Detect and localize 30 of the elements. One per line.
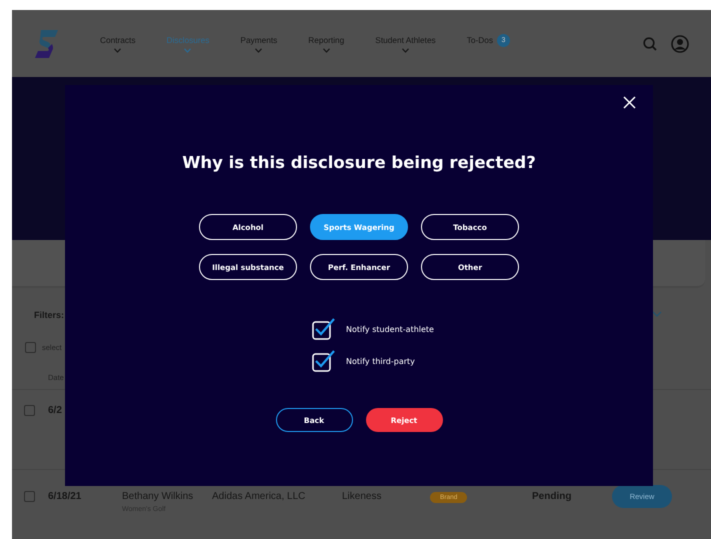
- chevron-down-icon: [402, 48, 409, 53]
- nav-menu-item[interactable]: Student Athletes: [375, 34, 436, 53]
- chevron-down-icon: [322, 48, 330, 53]
- filters-label: Filters:: [34, 310, 64, 320]
- date-cell-text: 6/18/21: [48, 491, 82, 502]
- checkbox[interactable]: [312, 318, 336, 340]
- nav-menu-item[interactable]: Reporting: [308, 34, 344, 53]
- chevron-down-icon: [114, 48, 122, 53]
- company-cell-text: Adidas America, LLC: [212, 491, 306, 502]
- checkbox-label: Notify student-athlete: [346, 324, 434, 334]
- row-checkbox[interactable]: [24, 491, 35, 502]
- user-account-icon[interactable]: [671, 34, 689, 52]
- select-all-checkbox[interactable]: [25, 342, 36, 353]
- type-cell-text: Likeness: [342, 491, 382, 502]
- nav-menu-item[interactable]: Contracts: [100, 34, 136, 53]
- search-icon[interactable]: [643, 36, 657, 50]
- close-icon: [623, 96, 636, 109]
- chevron-down-icon: [255, 48, 262, 53]
- logo-icon: [35, 30, 58, 58]
- chevron-down-icon[interactable]: [652, 311, 662, 317]
- close-button[interactable]: [623, 96, 636, 109]
- status-cell-text: Pending: [532, 491, 572, 502]
- checkbox[interactable]: [312, 350, 336, 372]
- row-checkbox[interactable]: [24, 405, 35, 416]
- checkbox-label: Notify third-party: [346, 356, 415, 366]
- nav-menu-item[interactable]: Payments: [240, 34, 278, 53]
- athlete-name: Bethany Wilkins: [122, 491, 194, 502]
- date-cell-text: 6/2: [48, 405, 63, 416]
- chevron-down-icon: [184, 48, 192, 53]
- dialog-title: Why is this disclosure being rejected?: [182, 152, 536, 174]
